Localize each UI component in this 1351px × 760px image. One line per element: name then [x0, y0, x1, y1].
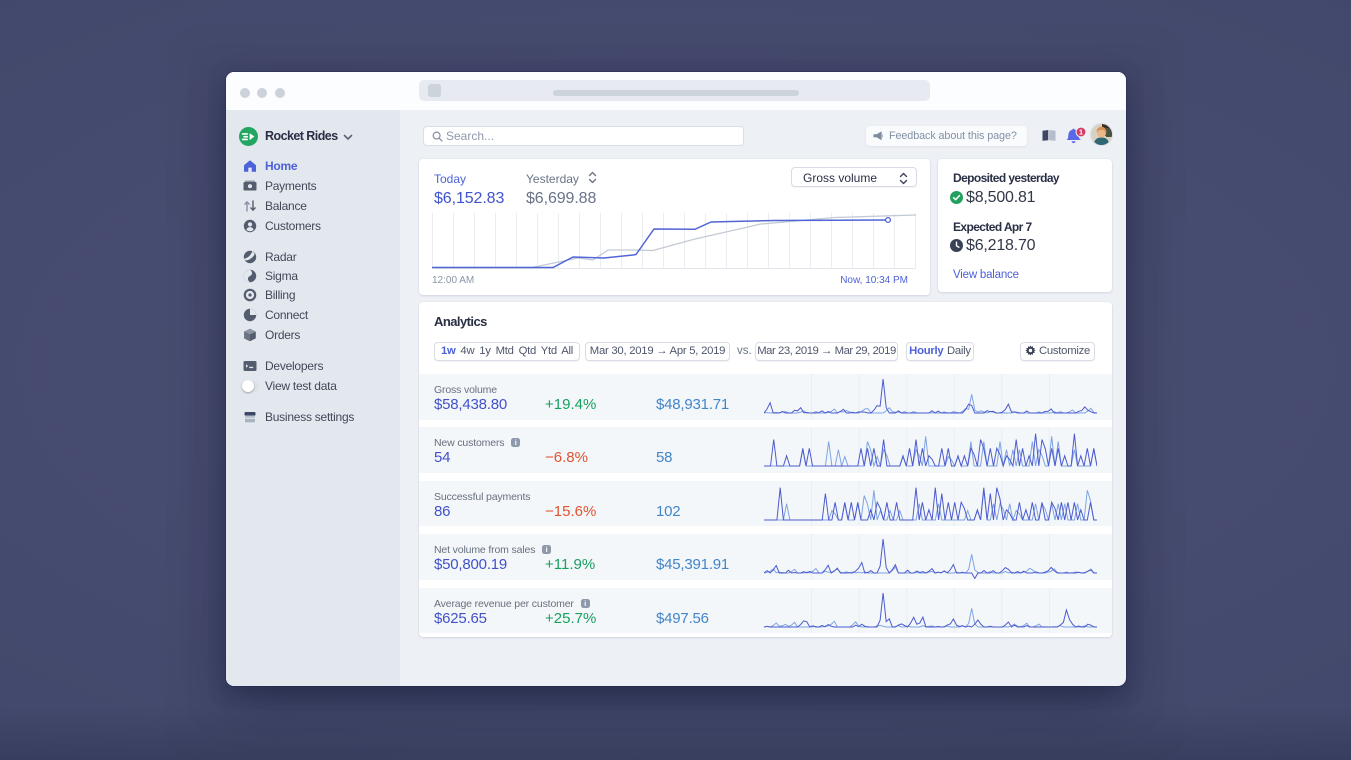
svg-text:1: 1: [1079, 128, 1083, 137]
